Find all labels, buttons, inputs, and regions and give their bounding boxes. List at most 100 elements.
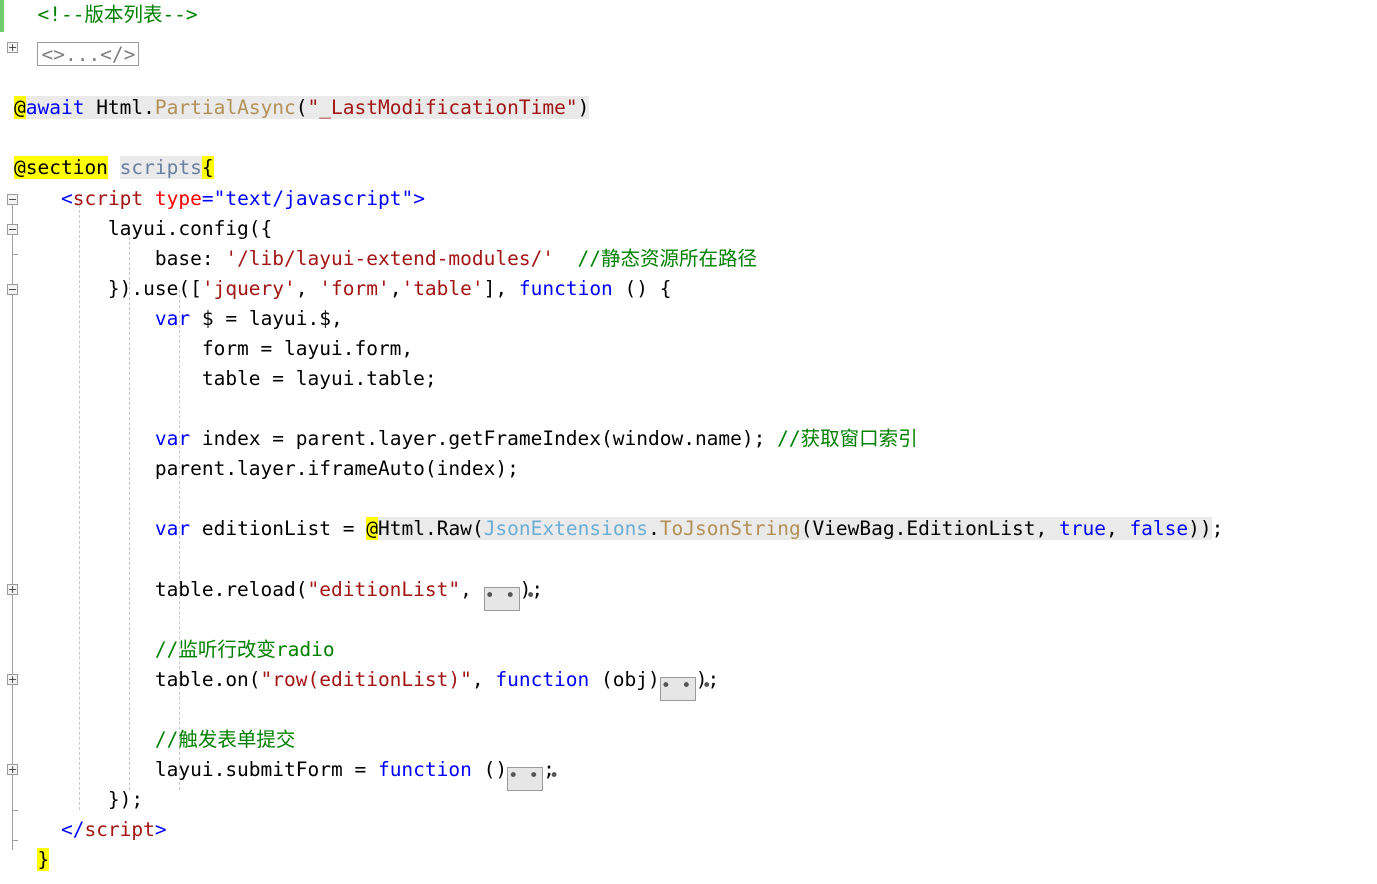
line-section-scripts[interactable]: @section scripts{ — [0, 153, 1377, 183]
fold-toggle-collapsed-6[interactable]: + — [7, 764, 18, 775]
code-token: , — [471, 668, 496, 691]
code-token: '/lib/layui-extend-modules/' — [225, 247, 555, 270]
fold-toggle-collapsed-5[interactable]: + — [7, 674, 18, 685]
line-var-index[interactable]: var index = parent.layer.getFrameIndex(w… — [0, 424, 1377, 454]
code-token: editionList = — [190, 517, 367, 540]
line-script-open-tag[interactable]: <script type="text/javascript"> — [0, 184, 1377, 214]
line-base-path[interactable]: base: '/lib/layui-extend-modules/' //静态资… — [0, 244, 1377, 274]
code-token: <!--版本列表--> — [37, 3, 198, 26]
code-token: > — [413, 187, 425, 210]
code-token: , — [1105, 517, 1130, 540]
code-token: form = layui.form, — [14, 337, 414, 360]
code-token: ( — [295, 96, 308, 119]
fold-toggle-collapsed-4[interactable]: + — [7, 584, 18, 595]
line-comment-submit-form[interactable]: //触发表单提交 — [0, 725, 1377, 755]
code-token: function — [377, 758, 472, 781]
line-table-on-row[interactable]: table.on("row(editionList)", function (o… — [0, 665, 1377, 701]
code-token: layui.submitForm = — [14, 758, 378, 781]
line-var-dollar[interactable]: var $ = layui.$, — [0, 304, 1377, 334]
line-blank-3[interactable] — [0, 394, 1377, 424]
code-token: </ — [60, 818, 85, 841]
line-blank-5[interactable] — [0, 544, 1377, 574]
fold-toggle-collapsed-0[interactable]: + — [7, 42, 18, 53]
line-use-modules[interactable]: }).use(['jquery', 'form','table'], funct… — [0, 274, 1377, 304]
code-token: . — [648, 517, 660, 540]
line-collapsed-html-block[interactable]: <>...</> — [0, 36, 1377, 66]
code-token: true — [1058, 517, 1106, 540]
code-token: }); — [14, 788, 144, 811]
code-token: @ — [366, 517, 378, 540]
line-await-partial-async[interactable]: @await Html.PartialAsync("_LastModificat… — [0, 93, 1377, 123]
line-script-close-tag[interactable]: </script> — [0, 815, 1377, 845]
line-comment-version-list[interactable]: <!--版本列表--> — [0, 0, 1377, 30]
code-token: () { — [612, 277, 672, 300]
code-token: > — [154, 818, 167, 841]
code-editor[interactable]: <!--版本列表--> <>...</> @await Html.PartialA… — [0, 0, 1377, 884]
line-iframe-auto[interactable]: parent.layer.iframeAuto(index); — [0, 454, 1377, 484]
line-blank-4[interactable] — [0, 484, 1377, 514]
code-token: 'jquery' — [201, 277, 296, 300]
code-token: //监听行改变radio — [154, 638, 335, 661]
fold-toggle-expanded-2[interactable]: − — [7, 224, 18, 235]
code-token: = — [201, 187, 214, 210]
code-token: ) — [577, 96, 590, 119]
code-token: Raw — [436, 517, 472, 540]
code-token: , — [295, 277, 320, 300]
line-table-reload[interactable]: table.reload("editionList", • • •); — [0, 575, 1377, 611]
code-token: . — [143, 96, 155, 119]
line-submit-form-fn[interactable]: layui.submitForm = function ()• • •; — [0, 755, 1377, 791]
code-token: @section — [14, 156, 108, 179]
code-token: table = layui.table; — [14, 367, 437, 390]
code-token: ], — [483, 277, 519, 300]
code-token: ; — [543, 758, 555, 781]
code-surface[interactable]: <!--版本列表--> <>...</> @await Html.PartialA… — [0, 0, 1377, 884]
code-token: function — [518, 277, 613, 300]
code-token: false — [1129, 517, 1189, 540]
line-layui-config[interactable]: layui.config({ — [0, 214, 1377, 244]
code-token: layui.config({ — [14, 217, 273, 240]
code-token: type — [154, 187, 202, 210]
line-blank-2[interactable] — [0, 123, 1377, 153]
code-token: PartialAsync — [154, 96, 296, 119]
editor-gutter[interactable]: + − − − + + + — [0, 0, 22, 884]
fold-tick-b — [12, 840, 18, 841]
line-form-assign[interactable]: form = layui.form, — [0, 334, 1377, 364]
fold-region-line — [12, 200, 13, 850]
line-comment-row-radio[interactable]: //监听行改变radio — [0, 635, 1377, 665]
code-token: index = parent.layer.getFrameIndex(windo… — [190, 427, 778, 450]
line-blank-6[interactable] — [0, 605, 1377, 635]
code-token: Html — [377, 517, 425, 540]
line-section-close-brace[interactable]: } — [0, 845, 1377, 875]
code-token: 'form' — [319, 277, 390, 300]
code-token: function — [495, 668, 590, 691]
line-table-assign[interactable]: table = layui.table; — [0, 364, 1377, 394]
code-token: base: — [14, 247, 226, 270]
code-token: < — [60, 187, 73, 210]
fold-tick-a — [12, 254, 18, 255]
code-token: { — [201, 156, 214, 179]
code-token: //获取窗口索引 — [777, 427, 918, 450]
fold-toggle-expanded-1[interactable]: − — [7, 194, 18, 205]
line-close-use[interactable]: }); — [0, 785, 1377, 815]
code-token: (obj) — [589, 668, 660, 691]
collapsed-html-region[interactable]: <>...</> — [37, 42, 140, 66]
line-blank-1[interactable] — [0, 66, 1377, 96]
code-token: )) — [1188, 517, 1212, 540]
fold-toggle-expanded-3[interactable]: − — [7, 284, 18, 295]
code-token: parent.layer.iframeAuto(index); — [14, 457, 519, 480]
code-token: , — [389, 277, 402, 300]
code-token: ToJsonString — [659, 517, 801, 540]
code-token: //触发表单提交 — [154, 728, 296, 751]
razor-expression-block: @await Html.PartialAsync("_LastModificat… — [14, 96, 590, 119]
line-blank-7[interactable] — [0, 695, 1377, 725]
code-token: () — [471, 758, 508, 781]
line-var-edition-list[interactable]: var editionList = @Html.Raw(JsonExtensio… — [0, 514, 1377, 544]
code-token: "_LastModificationTime" — [307, 96, 578, 119]
